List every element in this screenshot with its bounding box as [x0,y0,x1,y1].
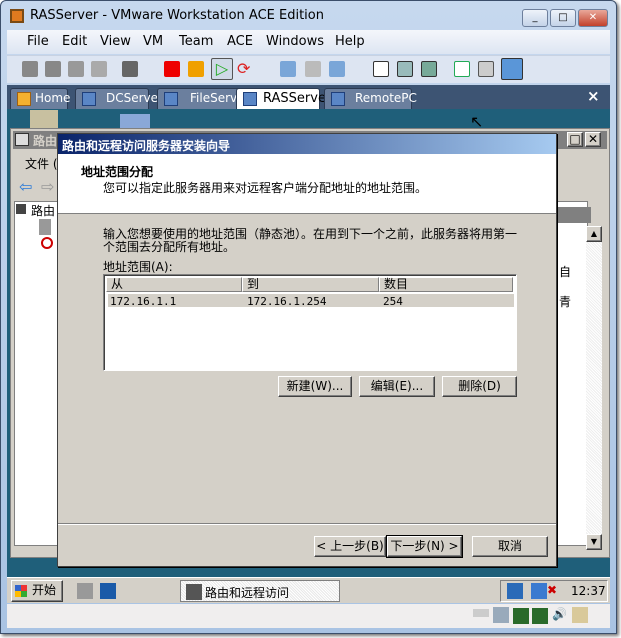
wizard-header: 地址范围分配 您可以指定此服务器用来对远程客户端分配地址的地址范围。 [58,154,556,214]
reset-icon[interactable] [91,61,107,77]
menu-view[interactable]: View [100,34,131,49]
play-icon[interactable]: ▷ [211,58,233,80]
tab-home[interactable]: Home [10,88,70,109]
power-off-icon[interactable] [22,61,38,77]
system-tray: ✖ 12:37 [500,580,608,602]
cell-from: 172.16.1.1 [110,295,177,308]
wizard-title-bar: 路由和远程访问服务器安装向导 [58,134,556,154]
new-button[interactable]: 新建(W)... [278,376,352,397]
volume-muted-icon[interactable]: ✖ [547,583,563,599]
network-adapter-icon[interactable] [532,608,548,624]
desktop-icon[interactable] [30,110,58,128]
tab-fileserver[interactable]: FileServer [157,88,249,109]
server-icon [16,204,26,214]
tab-remotepc[interactable]: RemotePC [324,88,417,109]
forward-arrow-icon[interactable]: ⇨ [41,177,54,196]
cd-rom-icon[interactable] [493,607,509,623]
separator [58,523,556,525]
menu-vm[interactable]: VM [143,34,163,49]
quick-switch-icon[interactable] [421,61,437,77]
cell-count: 254 [383,295,403,308]
tabs-view-icon[interactable] [501,58,523,80]
server-manager-icon[interactable] [77,583,93,599]
console-view-icon[interactable] [478,61,494,77]
desktop-icon[interactable] [120,114,150,128]
mmc-close-button[interactable]: ✕ [585,132,601,147]
column-to[interactable]: 到 [242,277,379,292]
menu-edit[interactable]: Edit [62,34,87,49]
maximize-button[interactable]: □ [550,9,576,27]
vmware-tools-icon[interactable] [507,583,523,599]
cancel-button[interactable]: 取消 [472,536,548,557]
wizard-subheading: 您可以指定此服务器用来对远程客户端分配地址的地址范围。 [103,181,428,195]
toolbar: ▷ ⟳ [7,55,610,83]
wizard-dialog: 路由和远程访问服务器安装向导 地址范围分配 您可以指定此服务器用来对远程客户端分… [57,133,557,567]
snapshot-icon[interactable] [280,61,296,77]
suspend-icon[interactable] [68,61,84,77]
scrollbar[interactable]: ▲ ▼ [586,226,602,550]
close-tab-button[interactable]: × [587,87,600,105]
tab-bar: Home DCServer FileServer RASServer Remot… [7,85,610,109]
tab-dcserver[interactable]: DCServer [75,88,163,109]
mmc-menu-file[interactable]: 文件 ( [25,155,58,172]
window-title: RASServer - VMware Workstation ACE Editi… [30,8,324,23]
sidebar-view-icon[interactable] [373,61,389,77]
pause-icon[interactable] [188,61,204,77]
network-icon[interactable] [531,583,547,599]
delete-button[interactable]: 删除(D) [442,376,517,397]
server-down-icon[interactable] [41,237,53,249]
back-arrow-icon[interactable]: ⇦ [19,177,32,196]
menu-windows[interactable]: Windows [266,34,324,49]
right-pane-text: 自 [559,265,572,279]
cell-to: 172.16.1.254 [247,295,327,308]
vmware-app-icon [10,9,24,23]
sound-icon[interactable]: 🔊 [552,607,568,623]
taskbar-item-routing[interactable]: 路由和远程访问 [180,580,340,602]
next-button[interactable]: 下一步(N) > [386,535,463,558]
tab-rasserver[interactable]: RASServer [236,88,331,109]
mmc-icon [15,133,29,146]
wizard-heading: 地址范围分配 [81,165,154,179]
message-log-icon[interactable] [572,607,588,623]
minimize-button[interactable]: _ [522,9,548,27]
settings-icon[interactable] [454,61,470,77]
right-pane-header [551,207,591,223]
clock: 12:37 [571,584,606,598]
menu-ace[interactable]: ACE [227,34,253,49]
column-from[interactable]: 从 [106,277,242,292]
tree-root[interactable]: 路由 [31,202,55,219]
vmware-status-bar: 🔊 [7,604,610,628]
revert-snapshot-icon[interactable] [305,61,321,77]
address-range-list[interactable]: 从 到 数目 172.16.1.1 172.16.1.254 254 [103,274,517,371]
snapshot-manager-icon[interactable] [329,61,345,77]
close-button[interactable]: ✕ [578,9,608,27]
list-label: 地址范围(A): [103,260,173,274]
instruction-text: 输入您想要使用的地址范围（静态池）。在用到下一个之前，此服务器将用第一个范围去分… [103,227,518,254]
console-icon[interactable] [122,61,138,77]
edit-button[interactable]: 编辑(E)... [359,376,435,397]
windows-logo-icon [15,585,27,597]
back-button[interactable]: < 上一步(B) [314,536,386,557]
guest-taskbar: 开始 路由和远程访问 ✖ 12:37 [7,577,610,603]
show-desktop-icon[interactable] [100,583,116,599]
menu-help[interactable]: Help [335,34,365,49]
server-node-icon[interactable] [39,219,51,235]
fullscreen-icon[interactable] [397,61,413,77]
menu-team[interactable]: Team [179,34,213,49]
menu-file[interactable]: File [27,34,49,49]
routing-icon [186,584,202,600]
power-on-icon[interactable] [45,61,61,77]
right-pane-text: 青 [559,295,572,309]
hard-disk-icon[interactable] [473,609,489,617]
mmc-maximize-button[interactable]: □ [567,132,583,147]
refresh-icon[interactable]: ⟳ [237,61,253,77]
menu-bar: File Edit View VM Team ACE Windows Help [7,30,610,54]
column-count[interactable]: 数目 [379,277,513,292]
stop-icon[interactable] [164,61,180,77]
network-adapter-icon[interactable] [513,608,529,624]
